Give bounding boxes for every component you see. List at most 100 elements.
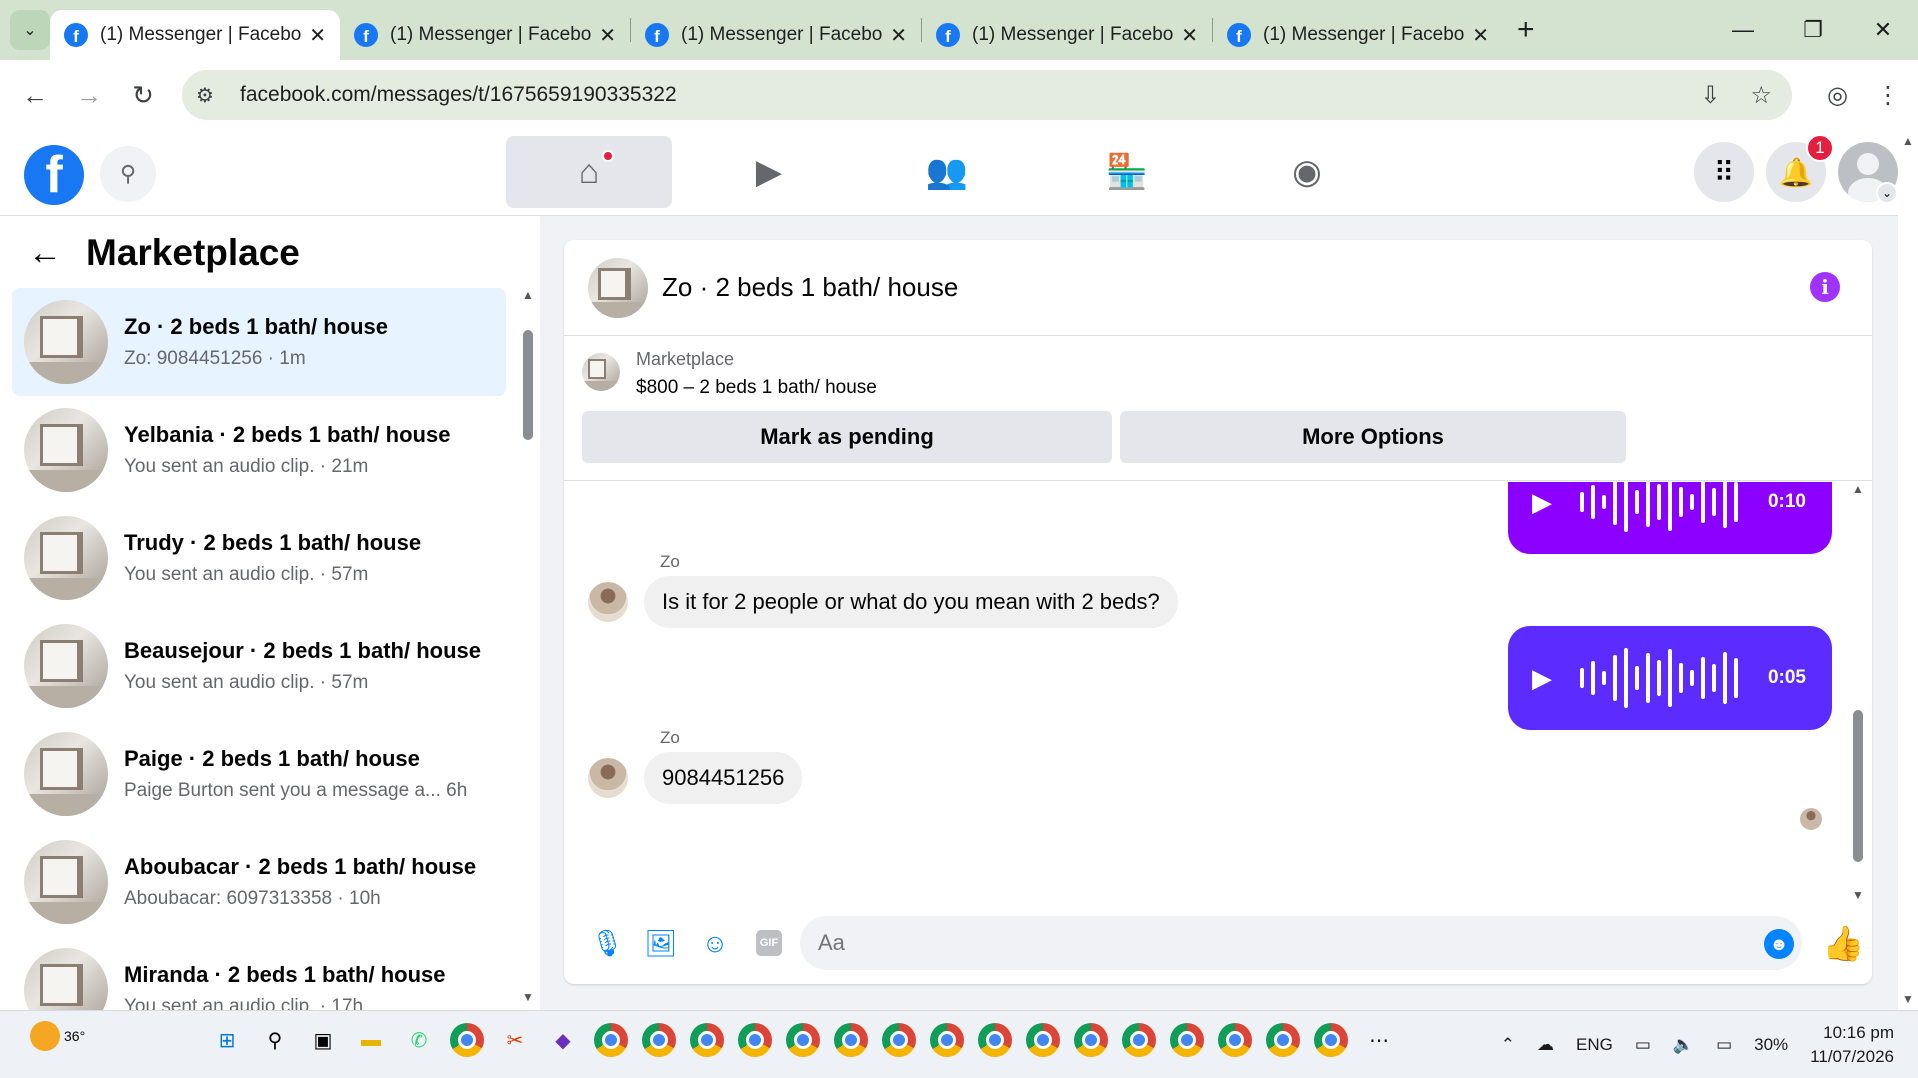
install-app-icon[interactable]: ⇩ — [1700, 81, 1720, 110]
conversation-item[interactable]: Trudy · 2 beds 1 bath/ house You sent an… — [12, 504, 506, 612]
conversation-item[interactable]: Aboubacar · 2 beds 1 bath/ house Aboubac… — [12, 828, 506, 936]
search-icon[interactable]: ⚲ — [100, 146, 156, 202]
chat-scrollbar[interactable]: ▲ ▼ — [1850, 482, 1866, 902]
conversation-item[interactable]: Paige · 2 beds 1 bath/ house Paige Burto… — [12, 720, 506, 828]
onedrive-icon[interactable]: ☁ — [1537, 1035, 1554, 1055]
conversation-item[interactable]: Zo · 2 beds 1 bath/ house Zo: 9084451256… — [12, 288, 506, 396]
chrome-profile-icon[interactable] — [738, 1023, 772, 1057]
chrome-profile-icon[interactable] — [786, 1023, 820, 1057]
chrome-icon[interactable] — [450, 1023, 484, 1057]
sticker-icon[interactable]: ☺ — [688, 928, 742, 959]
gif-icon[interactable]: GIF — [742, 930, 796, 956]
volume-icon[interactable]: 🔈 — [1673, 1035, 1694, 1055]
browser-menu-icon[interactable]: ⋮ — [1876, 81, 1900, 110]
taskbar-search-icon[interactable]: ⚲ — [258, 1023, 292, 1057]
tab-search-button[interactable]: ⌄ — [10, 10, 50, 50]
chrome-profile-icon[interactable] — [690, 1023, 724, 1057]
audio-message[interactable]: ▶ 0:10 — [1508, 482, 1832, 554]
snipping-tool-icon[interactable]: ✂ — [498, 1023, 532, 1057]
browser-tab[interactable]: f (1) Messenger | Facebook ✕ — [1213, 10, 1503, 60]
nav-home-icon[interactable]: ⌂ — [506, 136, 672, 208]
sidebar-scrollbar[interactable]: ▲ ▼ — [520, 288, 536, 1004]
chrome-profile-icon[interactable] — [1074, 1023, 1108, 1057]
nav-marketplace-icon[interactable]: 🏪 — [1044, 136, 1210, 208]
reload-button[interactable]: ↻ — [116, 68, 170, 122]
scrollbar-thumb[interactable] — [523, 330, 533, 440]
close-window-button[interactable]: ✕ — [1848, 0, 1918, 60]
restore-button[interactable]: ❐ — [1778, 0, 1848, 60]
scroll-down-arrow-icon[interactable]: ▼ — [1902, 992, 1914, 1006]
chrome-profile-icon[interactable] — [642, 1023, 676, 1057]
language-indicator[interactable]: ENG — [1576, 1035, 1613, 1055]
conversation-item[interactable]: Beausejour · 2 beds 1 bath/ house You se… — [12, 612, 506, 720]
forward-button[interactable]: → — [62, 68, 116, 122]
browser-tab[interactable]: f (1) Messenger | Facebook ✕ — [50, 10, 340, 60]
scroll-up-arrow-icon[interactable]: ▲ — [522, 288, 534, 302]
facebook-logo-icon[interactable]: f — [24, 145, 84, 205]
scroll-up-arrow-icon[interactable]: ▲ — [1902, 134, 1914, 148]
site-info-icon[interactable]: ⚙ — [196, 83, 236, 108]
chrome-profile-icon[interactable] — [1266, 1023, 1300, 1057]
chat-listing-thumbnail[interactable] — [588, 257, 648, 318]
app-icon[interactable]: ◆ — [546, 1023, 580, 1057]
nav-video-icon[interactable]: ▶ — [686, 136, 852, 208]
microphone-icon[interactable]: 🎙 — [580, 928, 634, 959]
new-tab-button[interactable]: + — [1517, 13, 1535, 47]
play-icon[interactable]: ▶ — [1532, 663, 1552, 694]
chevron-up-icon[interactable]: ⌃ — [1501, 1035, 1515, 1055]
chat-title[interactable]: Zo · 2 beds 1 bath/ house — [662, 272, 958, 303]
conversation-item[interactable]: Miranda · 2 beds 1 bath/ house You sent … — [12, 936, 506, 1010]
photo-icon[interactable]: 🖼 — [634, 928, 688, 959]
message-bubble[interactable]: Is it for 2 people or what do you mean w… — [644, 576, 1178, 628]
url-text[interactable]: facebook.com/messages/t/1675659190335322 — [240, 83, 677, 107]
scrollbar-thumb[interactable] — [1853, 710, 1863, 862]
tab-close-icon[interactable]: ✕ — [309, 23, 326, 48]
chrome-icon[interactable] — [594, 1023, 628, 1057]
page-scrollbar[interactable]: ▲ ▼ — [1898, 130, 1918, 1010]
sender-avatar[interactable] — [588, 758, 628, 798]
chevron-down-icon[interactable]: ⌄ — [1876, 182, 1898, 204]
display-icon[interactable]: ▭ — [1635, 1035, 1651, 1055]
chrome-profile-icon[interactable] — [1218, 1023, 1252, 1057]
more-options-button[interactable]: More Options — [1120, 411, 1626, 463]
tab-close-icon[interactable]: ✕ — [599, 23, 616, 48]
whatsapp-icon[interactable]: ✆ — [402, 1023, 436, 1057]
thumbs-up-icon[interactable]: 👍 — [1822, 924, 1864, 964]
browser-tab[interactable]: f (1) Messenger | Facebook ✕ — [631, 10, 921, 60]
message-input[interactable] — [800, 916, 1802, 970]
scroll-down-arrow-icon[interactable]: ▼ — [522, 990, 534, 1004]
chrome-profile-icon[interactable] — [930, 1023, 964, 1057]
back-button[interactable]: ← — [8, 68, 62, 122]
menu-grid-icon[interactable]: ⠿ — [1694, 142, 1754, 202]
more-apps-icon[interactable]: ⋯ — [1362, 1023, 1396, 1057]
scroll-up-arrow-icon[interactable]: ▲ — [1852, 482, 1864, 496]
audio-message[interactable]: ▶ 0:05 — [1508, 626, 1832, 730]
chrome-profile-icon[interactable] — [1122, 1023, 1156, 1057]
sender-avatar[interactable] — [588, 582, 628, 622]
browser-tab[interactable]: f (1) Messenger | Facebook ✕ — [340, 10, 630, 60]
clock[interactable]: 10:16 pm 11/07/2026 — [1810, 1021, 1894, 1069]
tab-close-icon[interactable]: ✕ — [1472, 23, 1489, 48]
nav-groups-icon[interactable]: ◉ — [1224, 136, 1390, 208]
chrome-active-icon[interactable] — [1314, 1023, 1348, 1057]
emoji-icon[interactable]: ☻ — [1764, 929, 1794, 959]
chrome-profile-icon[interactable] — [1026, 1023, 1060, 1057]
chrome-profile-icon[interactable] — [882, 1023, 916, 1057]
weather-widget[interactable]: 36° — [30, 1021, 85, 1051]
bookmark-star-icon[interactable]: ☆ — [1750, 81, 1772, 110]
task-view-icon[interactable]: ▣ — [306, 1023, 340, 1057]
chrome-profile-icon[interactable] — [1170, 1023, 1204, 1057]
chrome-profile-icon[interactable] — [834, 1023, 868, 1057]
play-icon[interactable]: ▶ — [1532, 487, 1552, 518]
battery-icon[interactable]: ▭ — [1716, 1035, 1732, 1055]
chrome-profile-icon[interactable] — [978, 1023, 1012, 1057]
browser-tab[interactable]: f (1) Messenger | Facebook ✕ — [922, 10, 1212, 60]
info-icon[interactable]: i — [1810, 272, 1840, 302]
conversation-item[interactable]: Yelbania · 2 beds 1 bath/ house You sent… — [12, 396, 506, 504]
notifications-bell-icon[interactable]: 🔔 1 — [1766, 134, 1834, 202]
file-explorer-icon[interactable]: ▬ — [354, 1023, 388, 1057]
profile-icon[interactable]: ◎ — [1827, 81, 1848, 110]
start-icon[interactable]: ⊞ — [210, 1023, 244, 1057]
tab-close-icon[interactable]: ✕ — [890, 23, 907, 48]
mark-as-pending-button[interactable]: Mark as pending — [582, 411, 1112, 463]
